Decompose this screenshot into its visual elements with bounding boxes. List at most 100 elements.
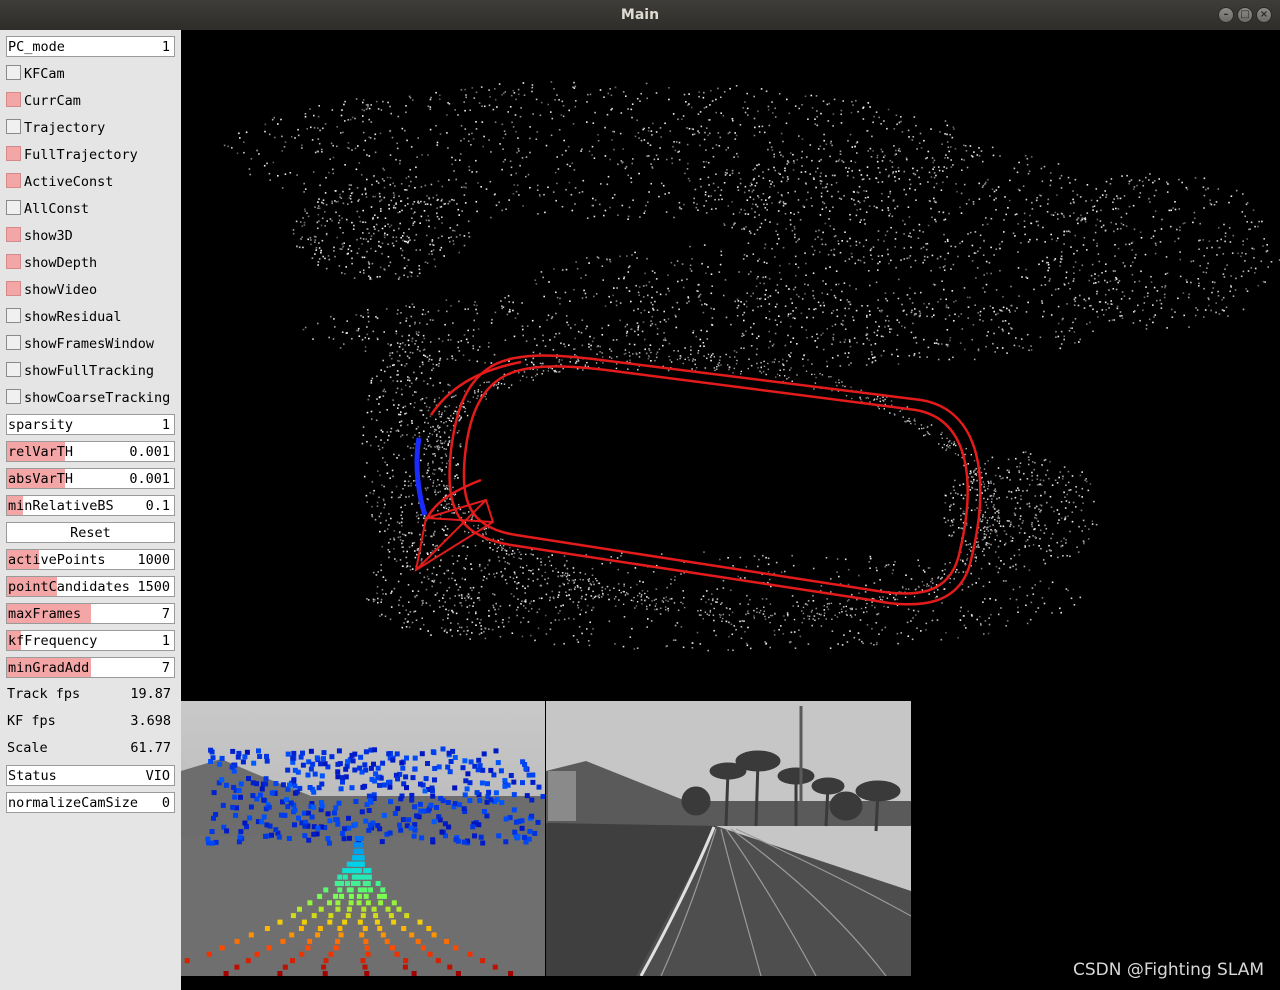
kf-fps-label: KF fps xyxy=(7,713,56,729)
checkbox-curr-cam[interactable]: CurrCam xyxy=(6,90,175,111)
minrelativebs-label: minRelativeBS xyxy=(8,498,114,514)
kf-fps-value: 3.698 xyxy=(130,713,171,729)
absvarth-value: 0.001 xyxy=(129,471,170,487)
checkbox-show3d[interactable]: show3D xyxy=(6,225,175,246)
pc-mode-label: PC_mode xyxy=(8,39,65,55)
normalizecamsize-label: normalizeCamSize xyxy=(8,795,139,811)
checkbox-label: Trajectory xyxy=(24,120,106,136)
checkbox-show-video[interactable]: showVideo xyxy=(6,279,175,300)
checkbox-all-const[interactable]: AllConst xyxy=(6,198,175,219)
pointcandidates-value: 1500 xyxy=(137,579,170,595)
track-fps-readout: Track fps 19.87 xyxy=(6,684,175,705)
kffrequency-slider[interactable]: kfFrequency 1 xyxy=(6,630,175,651)
maximize-icon[interactable]: □ xyxy=(1237,7,1253,23)
video-view xyxy=(546,701,911,976)
minrelativebs-value: 0.1 xyxy=(145,498,170,514)
close-icon[interactable]: × xyxy=(1256,7,1272,23)
checkbox-kfcam[interactable]: KFCam xyxy=(6,63,175,84)
checkbox-label: AllConst xyxy=(24,201,90,217)
track-fps-label: Track fps xyxy=(7,686,81,702)
pointcandidates-label: pointCandidates xyxy=(8,579,130,595)
activepoints-label: activePoints xyxy=(8,552,106,568)
checkbox-show-residual[interactable]: showResidual xyxy=(6,306,175,327)
checkbox-label: show3D xyxy=(24,228,73,244)
checkbox-box[interactable] xyxy=(6,335,21,350)
status-value: VIO xyxy=(145,768,170,784)
checkbox-label: CurrCam xyxy=(24,93,81,109)
relvarth-slider[interactable]: relVarTH 0.001 xyxy=(6,441,175,462)
checkbox-box[interactable] xyxy=(6,362,21,377)
checkbox-box[interactable] xyxy=(6,65,21,80)
normalizecamsize-field[interactable]: normalizeCamSize 0 xyxy=(6,792,175,813)
checkbox-box[interactable] xyxy=(6,119,21,134)
mingradadd-value: 7 xyxy=(161,660,170,676)
video-building xyxy=(548,771,576,821)
scale-label: Scale xyxy=(7,740,48,756)
checkbox-label: KFCam xyxy=(24,66,65,82)
mingradadd-label: minGradAdd xyxy=(8,660,90,676)
full-trajectory xyxy=(424,354,982,606)
reset-button[interactable]: Reset xyxy=(6,522,175,543)
checkbox-label: ActiveConst xyxy=(24,174,114,190)
video-frame xyxy=(546,701,911,976)
checkbox-box[interactable] xyxy=(6,173,21,188)
sparsity-field[interactable]: sparsity 1 xyxy=(6,414,175,435)
checkbox-box[interactable] xyxy=(6,92,21,107)
normalizecamsize-value: 0 xyxy=(161,795,170,811)
control-panel: PC_mode 1 KFCam CurrCam Trajectory FullTraj… xyxy=(0,30,181,990)
pc-mode-field[interactable]: PC_mode 1 xyxy=(6,36,175,57)
activepoints-slider[interactable]: activePoints 1000 xyxy=(6,549,175,570)
checkbox-active-const[interactable]: ActiveConst xyxy=(6,171,175,192)
checkbox-box[interactable] xyxy=(6,281,21,296)
sparsity-value: 1 xyxy=(161,417,170,433)
checkbox-label: showFullTracking xyxy=(24,363,155,379)
checkbox-box[interactable] xyxy=(6,254,21,269)
checkbox-box[interactable] xyxy=(6,146,21,161)
point-cloud xyxy=(223,81,1280,652)
watermark: CSDN @Fighting SLAM xyxy=(1072,960,1264,980)
absvarth-slider[interactable]: absVarTH 0.001 xyxy=(6,468,175,489)
checkbox-label: showResidual xyxy=(24,309,122,325)
kf-fps-readout: KF fps 3.698 xyxy=(6,711,175,732)
checkbox-trajectory[interactable]: Trajectory xyxy=(6,117,175,138)
track-fps-value: 19.87 xyxy=(130,686,171,702)
checkbox-show-coarse-tracking[interactable]: showCoarseTracking xyxy=(6,387,175,408)
checkbox-label: FullTrajectory xyxy=(24,147,138,163)
activepoints-value: 1000 xyxy=(137,552,170,568)
mingradadd-slider[interactable]: minGradAdd 7 xyxy=(6,657,175,678)
maxframes-slider[interactable]: maxFrames 7 xyxy=(6,603,175,624)
maxframes-value: 7 xyxy=(161,606,170,622)
window-titlebar: Main – □ × xyxy=(0,0,1280,30)
maxframes-label: maxFrames xyxy=(8,606,82,622)
checkbox-label: showDepth xyxy=(24,255,98,271)
absvarth-label: absVarTH xyxy=(8,471,74,487)
minimize-icon[interactable]: – xyxy=(1218,7,1234,23)
scale-value: 61.77 xyxy=(130,740,171,756)
checkbox-box[interactable] xyxy=(6,227,21,242)
minrelativebs-slider[interactable]: minRelativeBS 0.1 xyxy=(6,495,175,516)
checkbox-box[interactable] xyxy=(6,200,21,215)
kffrequency-value: 1 xyxy=(161,633,170,649)
relvarth-label: relVarTH xyxy=(8,444,74,460)
checkbox-show-frames-window[interactable]: showFramesWindow xyxy=(6,333,175,354)
reset-button-label: Reset xyxy=(70,525,111,541)
status-field: Status VIO xyxy=(6,765,175,786)
checkbox-show-depth[interactable]: showDepth xyxy=(6,252,175,273)
checkbox-box[interactable] xyxy=(6,308,21,323)
window-title: Main xyxy=(620,7,660,23)
checkbox-box[interactable] xyxy=(6,389,21,404)
checkbox-full-trajectory[interactable]: FullTrajectory xyxy=(6,144,175,165)
depth-map-canvas xyxy=(181,701,545,976)
checkbox-label: showFramesWindow xyxy=(24,336,155,352)
pc-mode-value: 1 xyxy=(161,39,170,55)
checkbox-label: showVideo xyxy=(24,282,98,298)
checkbox-label: showCoarseTracking xyxy=(24,390,171,406)
sparsity-label: sparsity xyxy=(8,417,74,433)
scale-readout: Scale 61.77 xyxy=(6,738,175,759)
depth-map-view xyxy=(181,701,545,976)
point-cloud-canvas xyxy=(223,81,1280,652)
checkbox-show-full-tracking[interactable]: showFullTracking xyxy=(6,360,175,381)
relvarth-value: 0.001 xyxy=(129,444,170,460)
pointcandidates-slider[interactable]: pointCandidates 1500 xyxy=(6,576,175,597)
point-cloud-3d-view[interactable] xyxy=(181,30,1280,701)
